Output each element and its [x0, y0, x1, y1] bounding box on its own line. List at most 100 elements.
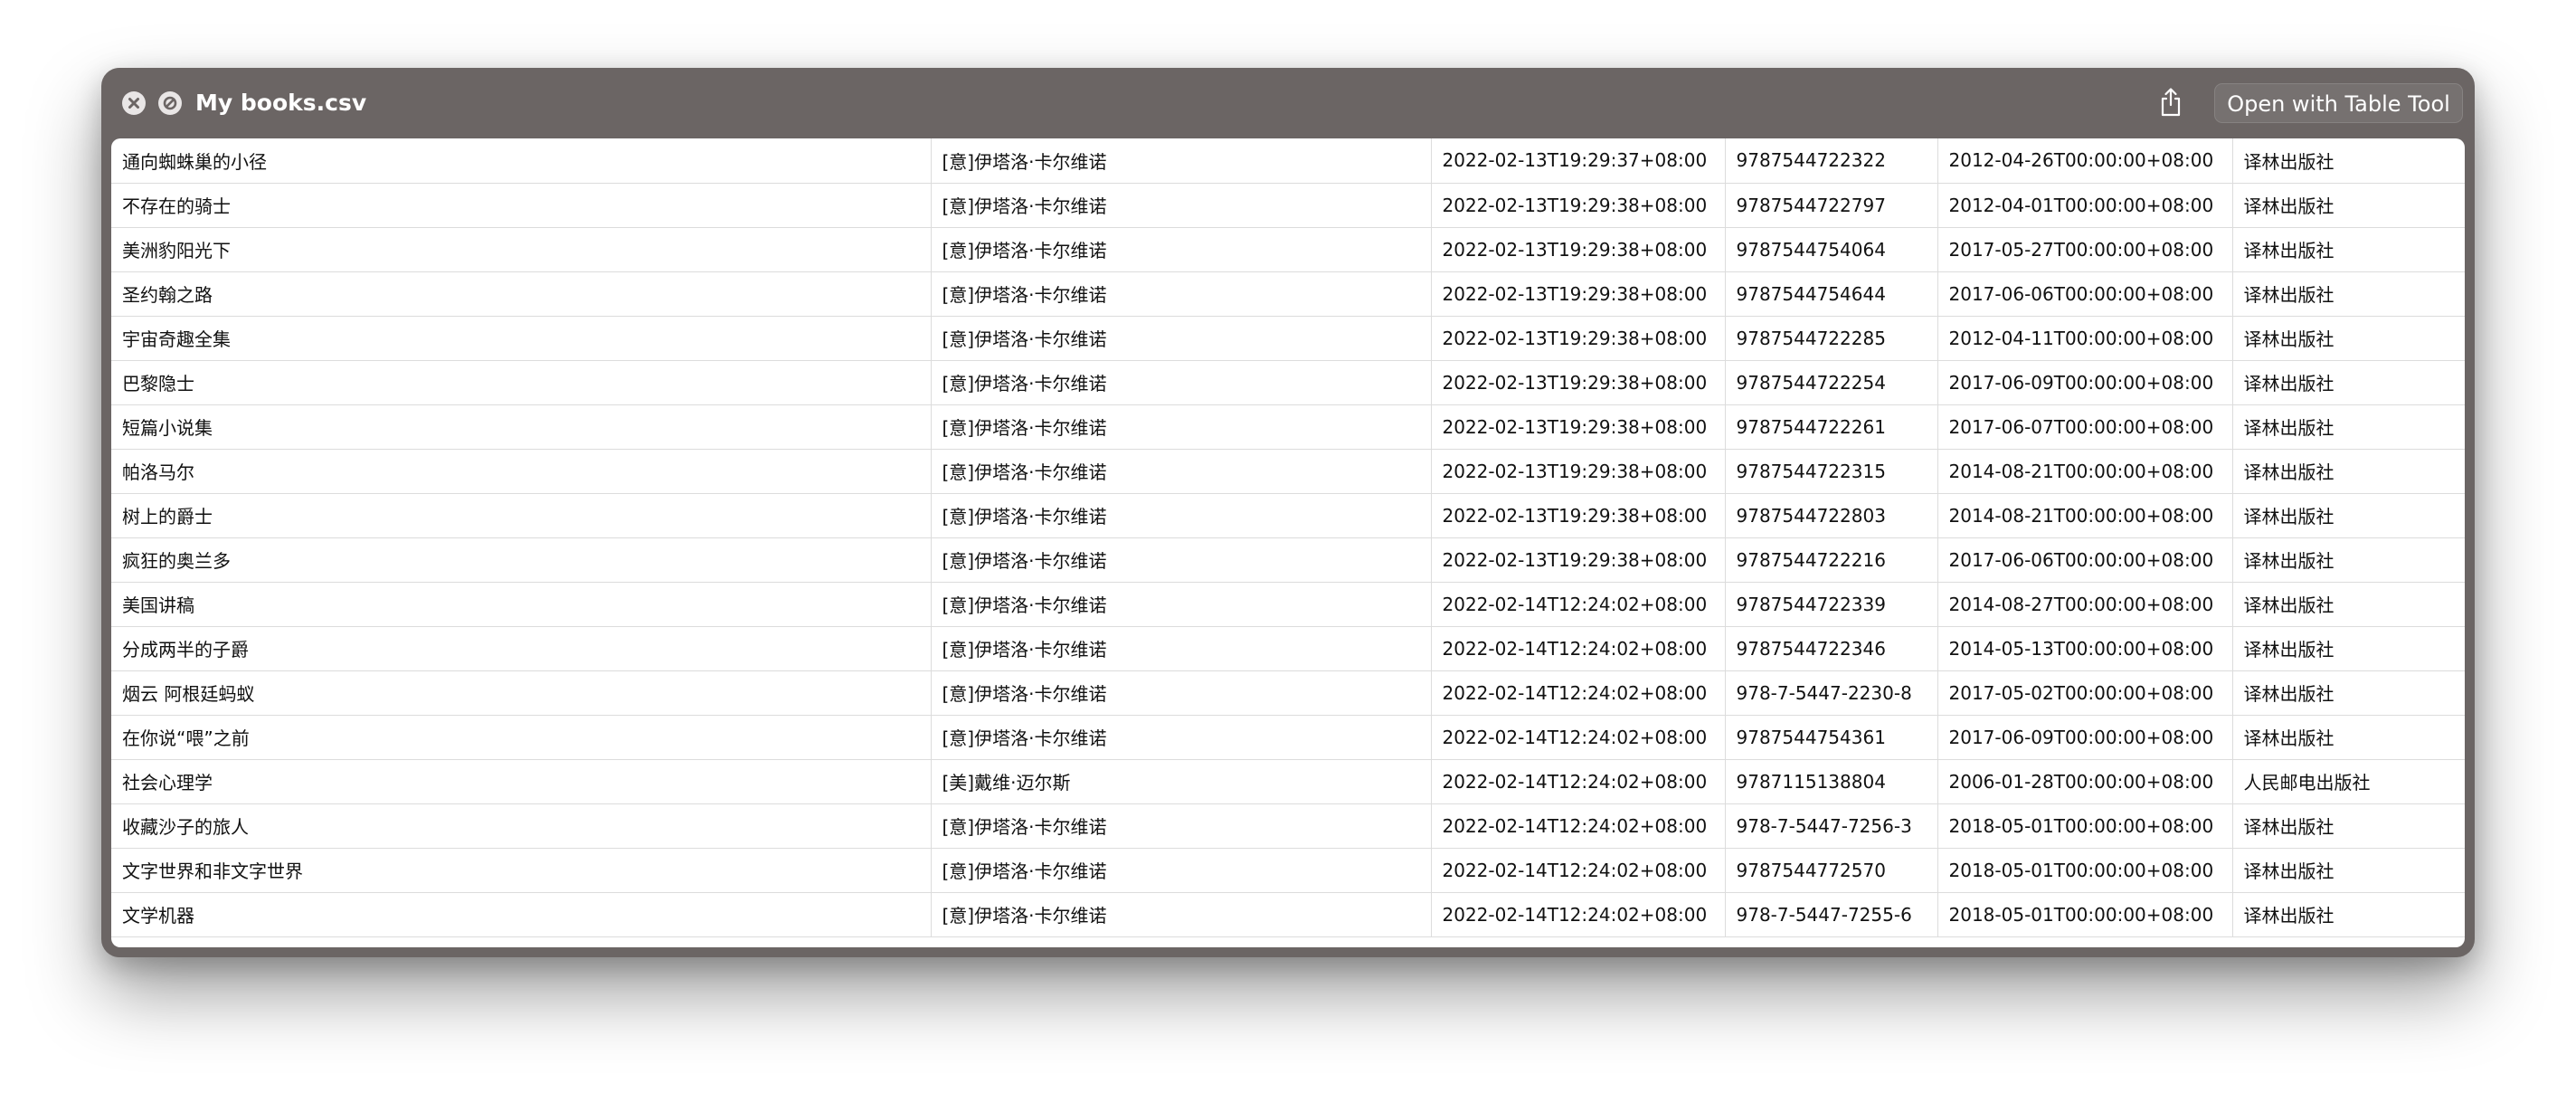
title-cell: 烟云 阿根廷蚂蚁 [111, 670, 932, 716]
published-date-cell: 2017-05-27T00:00:00+08:00 [1937, 227, 2233, 272]
author-cell: [意]伊塔洛·卡尔维诺 [931, 360, 1432, 405]
author-cell: [意]伊塔洛·卡尔维诺 [931, 803, 1432, 849]
title-cell: 宇宙奇趣全集 [111, 316, 932, 361]
table-row: 圣约翰之路 [意]伊塔洛·卡尔维诺 2022-02-13T19:29:38+08:0… [111, 271, 2465, 317]
table-body: 通向蜘蛛巢的小径 [意]伊塔洛·卡尔维诺 2022-02-13T19:29:37+0… [111, 138, 2465, 937]
title-cell: 通向蜘蛛巢的小径 [111, 138, 932, 184]
close-icon [122, 91, 146, 115]
table-row: 文学机器 [意]伊塔洛·卡尔维诺 2022-02-14T12:24:02+08:00… [111, 892, 2465, 937]
added-date-cell: 2022-02-13T19:29:38+08:00 [1431, 183, 1726, 228]
publisher-cell: 译林出版社 [2232, 493, 2465, 538]
table-row: 疯狂的奥兰多 [意]伊塔洛·卡尔维诺 2022-02-13T19:29:38+08:… [111, 537, 2465, 583]
author-cell: [意]伊塔洛·卡尔维诺 [931, 138, 1432, 184]
title-cell: 短篇小说集 [111, 404, 932, 450]
added-date-cell: 2022-02-13T19:29:38+08:00 [1431, 537, 1726, 583]
title-cell: 在你说“喂”之前 [111, 715, 932, 760]
open-with-table-tool-button[interactable]: Open with Table Tool [2214, 83, 2463, 123]
author-cell: [意]伊塔洛·卡尔维诺 [931, 670, 1432, 716]
author-cell: [意]伊塔洛·卡尔维诺 [931, 404, 1432, 450]
published-date-cell: 2014-05-13T00:00:00+08:00 [1937, 626, 2233, 671]
isbn-cell: 9787544722803 [1725, 493, 1938, 538]
publisher-cell: 译林出版社 [2232, 227, 2465, 272]
table-row: 宇宙奇趣全集 [意]伊塔洛·卡尔维诺 2022-02-13T19:29:38+08:… [111, 316, 2465, 361]
isbn-cell: 9787544722797 [1725, 183, 1938, 228]
title-cell: 圣约翰之路 [111, 271, 932, 317]
publisher-cell: 译林出版社 [2232, 404, 2465, 450]
publisher-cell: 人民邮电出版社 [2232, 759, 2465, 804]
added-date-cell: 2022-02-14T12:24:02+08:00 [1431, 848, 1726, 893]
title-bar: My books.csv Open with Table Tool [101, 68, 2475, 138]
title-cell: 帕洛马尔 [111, 449, 932, 494]
publisher-cell: 译林出版社 [2232, 449, 2465, 494]
title-cell: 美洲豹阳光下 [111, 227, 932, 272]
isbn-cell: 978-7-5447-2230-8 [1725, 670, 1938, 716]
added-date-cell: 2022-02-14T12:24:02+08:00 [1431, 759, 1726, 804]
published-date-cell: 2012-04-26T00:00:00+08:00 [1937, 138, 2233, 184]
table-row: 社会心理学 [美]戴维·迈尔斯 2022-02-14T12:24:02+08:00 9… [111, 759, 2465, 804]
table-row: 巴黎隐士 [意]伊塔洛·卡尔维诺 2022-02-13T19:29:38+08:00… [111, 360, 2465, 405]
isbn-cell: 9787544754361 [1725, 715, 1938, 760]
author-cell: [意]伊塔洛·卡尔维诺 [931, 449, 1432, 494]
author-cell: [意]伊塔洛·卡尔维诺 [931, 227, 1432, 272]
publisher-cell: 译林出版社 [2232, 271, 2465, 317]
published-date-cell: 2014-08-27T00:00:00+08:00 [1937, 582, 2233, 627]
table-row: 通向蜘蛛巢的小径 [意]伊塔洛·卡尔维诺 2022-02-13T19:29:37+0… [111, 138, 2465, 184]
title-cell: 文字世界和非文字世界 [111, 848, 932, 893]
published-date-cell: 2014-08-21T00:00:00+08:00 [1937, 449, 2233, 494]
isbn-cell: 9787544722254 [1725, 360, 1938, 405]
published-date-cell: 2017-06-09T00:00:00+08:00 [1937, 715, 2233, 760]
published-date-cell: 2012-04-01T00:00:00+08:00 [1937, 183, 2233, 228]
publisher-cell: 译林出版社 [2232, 670, 2465, 716]
publisher-cell: 译林出版社 [2232, 138, 2465, 184]
added-date-cell: 2022-02-13T19:29:38+08:00 [1431, 360, 1726, 405]
table-row: 文字世界和非文字世界 [意]伊塔洛·卡尔维诺 2022-02-14T12:24:02… [111, 848, 2465, 893]
isbn-cell: 9787544754064 [1725, 227, 1938, 272]
title-cell: 疯狂的奥兰多 [111, 537, 932, 583]
isbn-cell: 9787544722322 [1725, 138, 1938, 184]
isbn-cell: 9787115138804 [1725, 759, 1938, 804]
author-cell: [意]伊塔洛·卡尔维诺 [931, 537, 1432, 583]
close-button[interactable] [122, 91, 146, 115]
isbn-cell: 9787544722261 [1725, 404, 1938, 450]
author-cell: [意]伊塔洛·卡尔维诺 [931, 582, 1432, 627]
added-date-cell: 2022-02-13T19:29:38+08:00 [1431, 449, 1726, 494]
table-row: 美国讲稿 [意]伊塔洛·卡尔维诺 2022-02-14T12:24:02+08:00… [111, 582, 2465, 627]
table-row: 不存在的骑士 [意]伊塔洛·卡尔维诺 2022-02-13T19:29:38+08:… [111, 183, 2465, 228]
added-date-cell: 2022-02-13T19:29:38+08:00 [1431, 404, 1726, 450]
title-cell: 美国讲稿 [111, 582, 932, 627]
added-date-cell: 2022-02-13T19:29:38+08:00 [1431, 493, 1726, 538]
publisher-cell: 译林出版社 [2232, 360, 2465, 405]
publisher-cell: 译林出版社 [2232, 582, 2465, 627]
title-cell: 分成两半的子爵 [111, 626, 932, 671]
published-date-cell: 2018-05-01T00:00:00+08:00 [1937, 892, 2233, 937]
quicklook-button[interactable] [158, 91, 182, 115]
share-button[interactable] [2153, 86, 2189, 122]
published-date-cell: 2017-06-09T00:00:00+08:00 [1937, 360, 2233, 405]
isbn-cell: 9787544754644 [1725, 271, 1938, 317]
isbn-cell: 9787544722216 [1725, 537, 1938, 583]
title-cell: 巴黎隐士 [111, 360, 932, 405]
author-cell: [意]伊塔洛·卡尔维诺 [931, 493, 1432, 538]
author-cell: [意]伊塔洛·卡尔维诺 [931, 715, 1432, 760]
title-cell: 不存在的骑士 [111, 183, 932, 228]
title-cell: 社会心理学 [111, 759, 932, 804]
added-date-cell: 2022-02-14T12:24:02+08:00 [1431, 582, 1726, 627]
author-cell: [意]伊塔洛·卡尔维诺 [931, 626, 1432, 671]
publisher-cell: 译林出版社 [2232, 892, 2465, 937]
publisher-cell: 译林出版社 [2232, 848, 2465, 893]
csv-preview[interactable]: 通向蜘蛛巢的小径 [意]伊塔洛·卡尔维诺 2022-02-13T19:29:37+0… [111, 138, 2465, 947]
table-row: 帕洛马尔 [意]伊塔洛·卡尔维诺 2022-02-13T19:29:38+08:00… [111, 449, 2465, 494]
isbn-cell: 978-7-5447-7255-6 [1725, 892, 1938, 937]
published-date-cell: 2018-05-01T00:00:00+08:00 [1937, 803, 2233, 849]
table-row: 树上的爵士 [意]伊塔洛·卡尔维诺 2022-02-13T19:29:38+08:0… [111, 493, 2465, 538]
author-cell: [意]伊塔洛·卡尔维诺 [931, 848, 1432, 893]
isbn-cell: 9787544722285 [1725, 316, 1938, 361]
isbn-cell: 978-7-5447-7256-3 [1725, 803, 1938, 849]
quicklook-window: My books.csv Open with Table Tool 通向蜘蛛巢的… [101, 68, 2475, 957]
published-date-cell: 2018-05-01T00:00:00+08:00 [1937, 848, 2233, 893]
title-cell: 树上的爵士 [111, 493, 932, 538]
published-date-cell: 2006-01-28T00:00:00+08:00 [1937, 759, 2233, 804]
added-date-cell: 2022-02-13T19:29:37+08:00 [1431, 138, 1726, 184]
share-icon [2157, 87, 2184, 121]
isbn-cell: 9787544722339 [1725, 582, 1938, 627]
